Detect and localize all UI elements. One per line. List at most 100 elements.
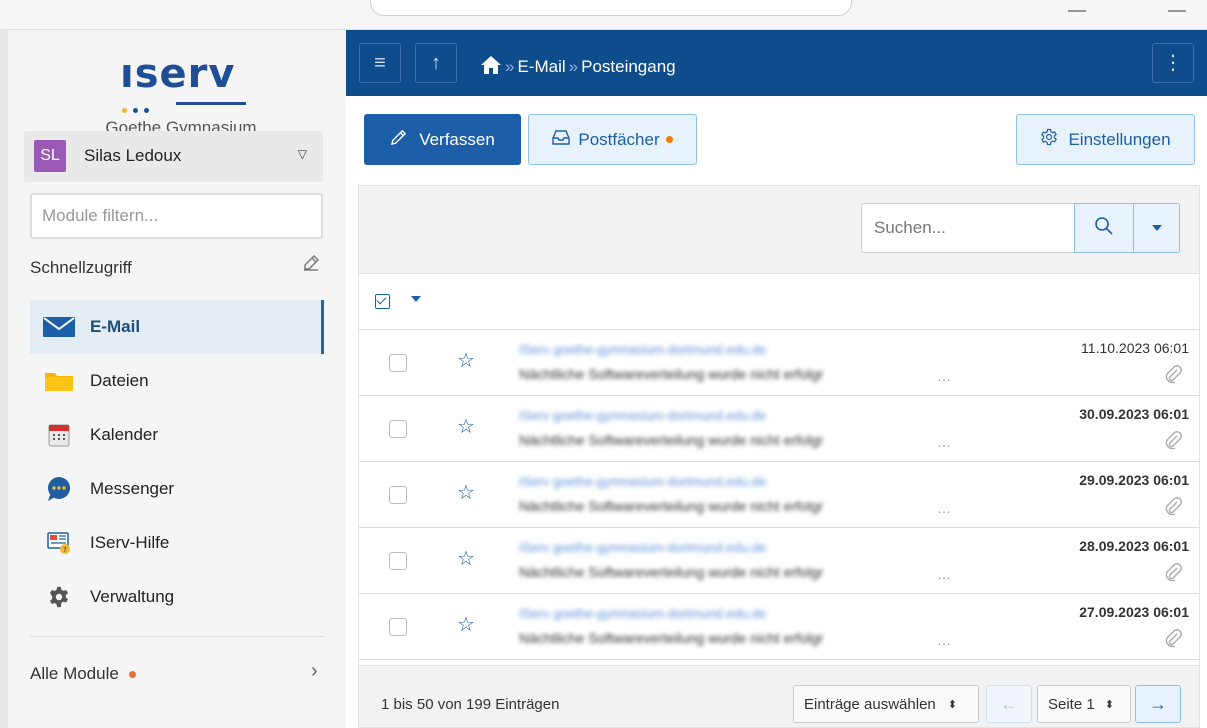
- table-row[interactable]: ☆ IServ goethe-gymnasium-dortmund.edu.de…: [359, 462, 1199, 528]
- message-subject: Nächtliche Softwareverteilung wurde nich…: [519, 498, 824, 514]
- next-page-button[interactable]: →: [1135, 685, 1181, 723]
- window-control-icon[interactable]: [1168, 4, 1186, 12]
- row-checkbox[interactable]: [389, 552, 407, 570]
- entry-count: 1 bis 50 von 199 Einträgen: [381, 696, 560, 713]
- star-icon[interactable]: ☆: [457, 546, 475, 571]
- row-checkbox[interactable]: [389, 486, 407, 504]
- minimize-icon[interactable]: [1068, 4, 1086, 12]
- notification-dot: [128, 671, 136, 679]
- browser-address-bar[interactable]: [370, 0, 852, 16]
- selection-menu-caret[interactable]: [411, 296, 421, 302]
- star-icon[interactable]: ☆: [457, 414, 475, 439]
- message-date: 28.09.2023 06:01: [1079, 538, 1189, 554]
- sidebar-item-label: Kalender: [90, 425, 159, 444]
- sidebar-item-help[interactable]: ? IServ-Hilfe: [30, 516, 324, 570]
- chevron-right-icon[interactable]: ›: [311, 660, 318, 683]
- paperclip-icon: [1163, 628, 1185, 650]
- compose-button[interactable]: Verfassen: [364, 114, 521, 165]
- message-sender: IServ goethe-gymnasium-dortmund.edu.de: [519, 342, 767, 357]
- sidebar-item-label: E-Mail: [90, 317, 141, 336]
- search-input[interactable]: [861, 203, 1075, 253]
- message-sender: IServ goethe-gymnasium-dortmund.edu.de: [519, 606, 767, 621]
- arrow-right-icon: →: [1149, 693, 1167, 714]
- message-sender: IServ goethe-gymnasium-dortmund.edu.de: [519, 540, 767, 555]
- logo-dots: [122, 100, 182, 113]
- pagination-footer: 1 bis 50 von 199 Einträgen Einträge ausw…: [358, 665, 1200, 728]
- updown-icon: ⬍: [947, 698, 957, 711]
- breadcrumb-email[interactable]: E-Mail: [517, 57, 565, 76]
- arrow-up-icon: ↑: [431, 52, 441, 74]
- row-checkbox[interactable]: [389, 420, 407, 438]
- all-modules-link[interactable]: Alle Module: [30, 664, 136, 684]
- quick-access-heading: Schnellzugriff: [30, 258, 132, 277]
- settings-button[interactable]: Einstellungen: [1016, 114, 1195, 165]
- top-navigation-bar: ≡ ↑ » E-Mail» Posteingang ⋮: [346, 30, 1207, 96]
- paperclip-icon: [1163, 364, 1185, 386]
- breadcrumb: » E-Mail» Posteingang: [480, 55, 676, 80]
- message-list: ☆ IServ goethe-gymnasium-dortmund.edu.de…: [358, 330, 1200, 665]
- table-row[interactable]: ☆ IServ goethe-gymnasium-dortmund.edu.de…: [359, 396, 1199, 462]
- search-icon: [1094, 216, 1114, 241]
- notification-dot: [665, 136, 673, 143]
- mail-icon: [42, 314, 76, 340]
- star-icon[interactable]: ☆: [457, 480, 475, 505]
- truncation-ellipsis: …: [937, 368, 951, 384]
- row-checkbox[interactable]: [389, 354, 407, 372]
- row-checkbox[interactable]: [389, 618, 407, 636]
- hamburger-icon: ≡: [374, 52, 386, 74]
- message-date: 30.09.2023 06:01: [1079, 406, 1189, 422]
- edit-icon[interactable]: [302, 254, 320, 277]
- gear-icon: [1040, 128, 1058, 151]
- table-row[interactable]: ☆ IServ goethe-gymnasium-dortmund.edu.de…: [359, 330, 1199, 396]
- user-menu[interactable]: SL Silas Ledoux ▽: [24, 131, 323, 182]
- caret-down-icon: [1151, 225, 1162, 231]
- select-all-checkbox[interactable]: [375, 294, 390, 309]
- logo-underline: [176, 102, 246, 105]
- kebab-menu-icon: ⋮: [1163, 52, 1183, 74]
- sidebar-item-messenger[interactable]: Messenger: [30, 462, 324, 516]
- sidebar-item-label: Messenger: [90, 479, 175, 498]
- message-date: 27.09.2023 06:01: [1079, 604, 1189, 620]
- inbox-icon: [552, 129, 571, 150]
- sidebar-item-label: IServ-Hilfe: [90, 533, 170, 552]
- paperclip-icon: [1163, 562, 1185, 584]
- sidebar-item-email[interactable]: E-Mail: [30, 300, 324, 354]
- page-select[interactable]: Seite 1 ⬍: [1037, 685, 1131, 723]
- home-icon[interactable]: [480, 55, 502, 80]
- gear-icon: [42, 584, 76, 610]
- table-row[interactable]: ☆ IServ goethe-gymnasium-dortmund.edu.de…: [359, 528, 1199, 594]
- sidebar-item-calendar[interactable]: Kalender: [30, 408, 324, 462]
- truncation-ellipsis: …: [937, 500, 951, 516]
- iserv-logo[interactable]: ıserv: [120, 52, 250, 114]
- user-name: Silas Ledoux: [84, 146, 182, 165]
- search-button[interactable]: [1074, 203, 1134, 253]
- truncation-ellipsis: …: [937, 434, 951, 450]
- sidebar-item-files[interactable]: Dateien: [30, 354, 324, 408]
- message-sender: IServ goethe-gymnasium-dortmund.edu.de: [519, 408, 767, 423]
- message-list-header: [358, 274, 1200, 330]
- star-icon[interactable]: ☆: [457, 348, 475, 373]
- pencil-icon: [390, 129, 407, 151]
- more-options-button[interactable]: ⋮: [1152, 43, 1194, 83]
- sidebar-item-label: Dateien: [90, 371, 149, 390]
- divider: [30, 636, 324, 637]
- help-icon: ?: [42, 530, 76, 556]
- entries-select[interactable]: Einträge auswählen ⬍: [793, 685, 979, 723]
- sidebar-item-label: Verwaltung: [90, 587, 175, 606]
- updown-icon: ⬍: [1104, 698, 1114, 711]
- menu-toggle-button[interactable]: ≡: [359, 43, 401, 83]
- browser-toolbar: [0, 0, 1207, 30]
- paperclip-icon: [1163, 496, 1185, 518]
- previous-page-button[interactable]: ←: [986, 685, 1032, 723]
- module-filter-input[interactable]: [30, 193, 323, 239]
- message-sender: IServ goethe-gymnasium-dortmund.edu.de: [519, 474, 767, 489]
- search-options-dropdown[interactable]: [1133, 203, 1180, 253]
- mailboxes-button[interactable]: Postfächer: [528, 114, 697, 165]
- sidebar-item-admin[interactable]: Verwaltung: [30, 570, 324, 624]
- breadcrumb-inbox[interactable]: Posteingang: [581, 57, 676, 76]
- up-level-button[interactable]: ↑: [415, 43, 457, 83]
- table-row[interactable]: ☆ IServ goethe-gymnasium-dortmund.edu.de…: [359, 594, 1199, 660]
- star-icon[interactable]: ☆: [457, 612, 475, 637]
- sidebar-nav: E-Mail Dateien Kalender Messenger ? ISer…: [30, 300, 324, 624]
- avatar: SL: [34, 140, 66, 172]
